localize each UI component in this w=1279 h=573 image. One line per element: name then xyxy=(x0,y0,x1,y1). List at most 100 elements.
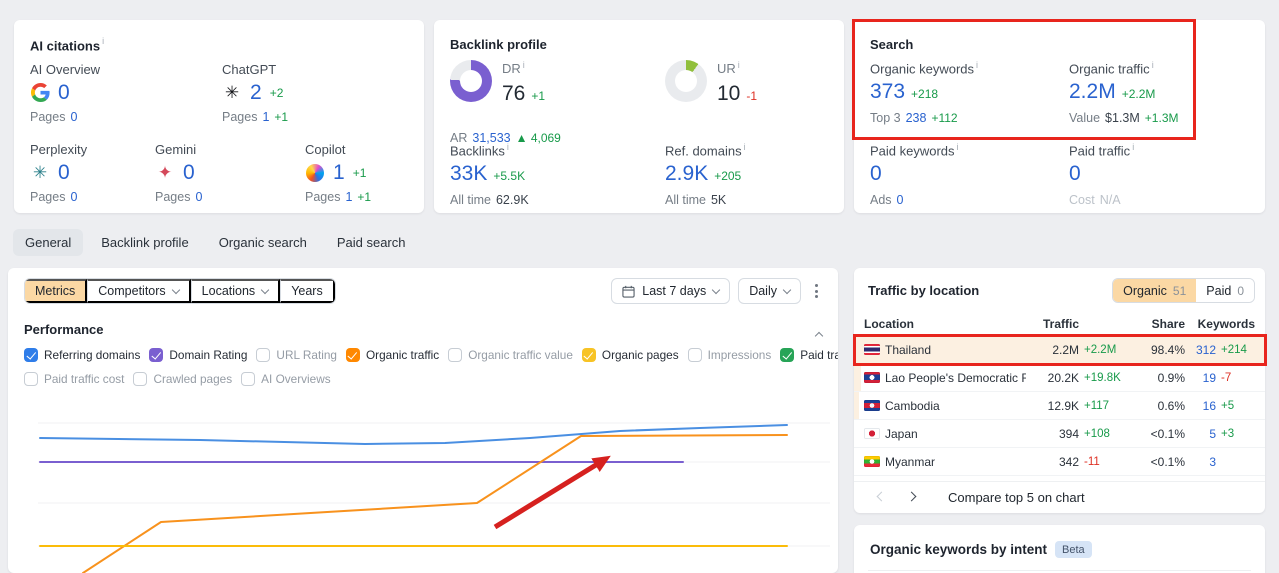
gemini-label: Gemini xyxy=(155,142,197,157)
column-keywords[interactable]: Keywords xyxy=(1190,317,1255,331)
perplexity-metric: Perplexity ✳ 0 Pages 0 xyxy=(30,142,87,204)
tab-paid-search[interactable]: Paid search xyxy=(325,229,418,256)
ur-value: 10 xyxy=(717,82,741,106)
metric-checkbox-referring-domains[interactable]: Referring domains xyxy=(24,348,140,362)
locations-button[interactable]: Locations xyxy=(190,279,281,303)
dr-donut-chart xyxy=(450,60,492,102)
copilot-label: Copilot xyxy=(305,142,346,157)
years-button[interactable]: Years xyxy=(280,279,335,303)
organic-keywords-label: Organic keywords xyxy=(870,61,975,77)
chevron-down-icon xyxy=(171,285,180,294)
pages-value[interactable]: 1 xyxy=(345,190,352,204)
more-options-kebab-icon[interactable] xyxy=(809,280,824,302)
value-amount: $1.3M xyxy=(1105,111,1140,126)
traffic-by-location-card: Traffic by location Organic 51 Paid 0 Loca… xyxy=(854,268,1265,513)
tab-general[interactable]: General xyxy=(13,229,84,256)
column-traffic[interactable]: Traffic xyxy=(1031,317,1079,331)
red-arrow-annotation xyxy=(493,455,611,530)
table-row-thailand[interactable]: Thailand 2.2M +2.2M 98.4% 312 +214 xyxy=(854,336,1265,364)
tab-backlink-profile[interactable]: Backlink profile xyxy=(89,229,200,256)
paid-keywords-value[interactable]: 0 xyxy=(870,162,882,186)
paid-toggle-option[interactable]: Paid 0 xyxy=(1196,279,1254,302)
ref-domains-value[interactable]: 2.9K xyxy=(665,162,708,186)
organic-traffic-label: Organic traffic xyxy=(1069,61,1150,77)
granularity-button[interactable]: Daily xyxy=(738,278,801,304)
table-row-cambodia[interactable]: Cambodia 12.9K +117 0.6% 16 +5 xyxy=(854,392,1265,420)
tab-organic-search[interactable]: Organic search xyxy=(207,229,319,256)
paid-traffic-value[interactable]: 0 xyxy=(1069,162,1081,186)
column-location[interactable]: Location xyxy=(864,317,1026,331)
metric-checkbox-organic-traffic-value[interactable]: Organic traffic value xyxy=(448,348,573,362)
organic-traffic-metric: Organic traffic i 2.2M +2.2M Value $1.3M +1.… xyxy=(1069,60,1179,126)
pages-label: Pages xyxy=(305,190,341,204)
info-icon[interactable]: i xyxy=(102,36,104,46)
beta-badge: Beta xyxy=(1055,541,1092,558)
chart-dimension-switcher: Metrics Competitors Locations Years xyxy=(24,278,336,304)
chevron-right-icon xyxy=(906,491,916,501)
organic-keywords-value[interactable]: 373 xyxy=(870,80,905,104)
domain-rating-metric: DR i 76 +1 xyxy=(450,60,545,106)
metric-checkbox-ai-overviews[interactable]: AI Overviews xyxy=(241,372,331,386)
pages-value[interactable]: 0 xyxy=(195,190,202,204)
next-page-button[interactable] xyxy=(896,491,926,501)
ref-domains-metric: Ref. domains i 2.9K +205 All time 5K xyxy=(665,142,746,207)
metric-checkbox-organic-pages[interactable]: Organic pages xyxy=(581,348,679,362)
metrics-button[interactable]: Metrics xyxy=(25,279,88,303)
date-range-button[interactable]: Last 7 days xyxy=(611,278,731,304)
info-icon[interactable]: i xyxy=(1132,142,1134,152)
ai-citations-card: AI citations i AI Overview 0 Pages 0 ChatG… xyxy=(14,20,424,213)
search-card: Search Organic keywords i 373 +218 Top 3 23… xyxy=(854,20,1265,213)
organic-traffic-value[interactable]: 2.2M xyxy=(1069,80,1116,104)
chart-series-lines xyxy=(39,424,788,573)
column-share[interactable]: Share xyxy=(1139,317,1185,331)
organic-paid-toggle: Organic 51 Paid 0 xyxy=(1112,278,1255,303)
chatgpt-value: 2 xyxy=(250,81,262,104)
alltime-value: 5K xyxy=(710,193,727,208)
collapse-section-button[interactable] xyxy=(814,326,824,344)
myanmar-flag-icon xyxy=(864,456,880,467)
dr-value: 76 xyxy=(502,82,526,106)
paid-traffic-label: Paid traffic xyxy=(1069,143,1131,159)
performance-line-chart xyxy=(38,422,830,573)
dashboard-page: AI citations i AI Overview 0 Pages 0 ChatG… xyxy=(0,0,1279,573)
metric-checkbox-impressions[interactable]: Impressions xyxy=(687,348,771,362)
table-row-myanmar[interactable]: Myanmar 342 -11 <0.1% 3 xyxy=(854,448,1265,476)
metric-checkbox-organic-traffic[interactable]: Organic traffic xyxy=(345,348,439,362)
metric-checkbox-paid-traffic-cost[interactable]: Paid traffic cost xyxy=(24,372,124,386)
info-icon[interactable]: i xyxy=(738,60,740,70)
location-table-header: Location Traffic Share Keywords xyxy=(854,312,1265,336)
ai-overview-label: AI Overview xyxy=(30,62,101,77)
metric-checkbox-url-rating[interactable]: URL Rating xyxy=(256,348,337,362)
competitors-button[interactable]: Competitors xyxy=(87,279,191,303)
calendar-icon xyxy=(622,285,635,298)
compare-top5-link[interactable]: Compare top 5 on chart xyxy=(948,490,1085,505)
info-icon[interactable]: i xyxy=(523,60,525,70)
metric-checkbox-paid-traffic[interactable]: Paid traffic xyxy=(780,348,838,362)
table-row-laos[interactable]: Lao People's Democratic Reput 20.2K +19.… xyxy=(854,364,1265,392)
url-rating-metric: UR i 10 -1 xyxy=(665,60,757,106)
top3-value[interactable]: 238 xyxy=(906,111,927,125)
metric-checkbox-crawled-pages[interactable]: Crawled pages xyxy=(133,372,232,386)
chatgpt-metric: ChatGPT ✳ 2 +2 Pages 1 +1 xyxy=(222,62,289,124)
info-icon[interactable]: i xyxy=(1152,60,1154,70)
copilot-metric: Copilot 1 +1 Pages 1 +1 xyxy=(305,142,372,204)
ur-delta: -1 xyxy=(746,89,758,104)
info-icon[interactable]: i xyxy=(507,142,509,152)
pages-value[interactable]: 1 xyxy=(262,110,269,124)
ads-value[interactable]: 0 xyxy=(897,193,904,207)
prev-page-button[interactable] xyxy=(866,491,896,501)
info-icon[interactable]: i xyxy=(957,142,959,152)
ai-citations-title: AI citations xyxy=(30,38,101,54)
metric-checkbox-domain-rating[interactable]: Domain Rating xyxy=(149,348,247,362)
table-row-japan[interactable]: Japan 394 +108 <0.1% 5 +3 xyxy=(854,420,1265,448)
gemini-value: 0 xyxy=(183,161,195,184)
info-icon[interactable]: i xyxy=(976,60,978,70)
chatgpt-icon: ✳ xyxy=(224,83,240,102)
google-icon xyxy=(30,83,50,103)
pages-value[interactable]: 0 xyxy=(70,190,77,204)
pages-value[interactable]: 0 xyxy=(70,110,77,124)
backlinks-value[interactable]: 33K xyxy=(450,162,487,186)
japan-flag-icon xyxy=(864,428,880,439)
organic-toggle-option[interactable]: Organic 51 xyxy=(1113,279,1197,302)
info-icon[interactable]: i xyxy=(744,142,746,152)
